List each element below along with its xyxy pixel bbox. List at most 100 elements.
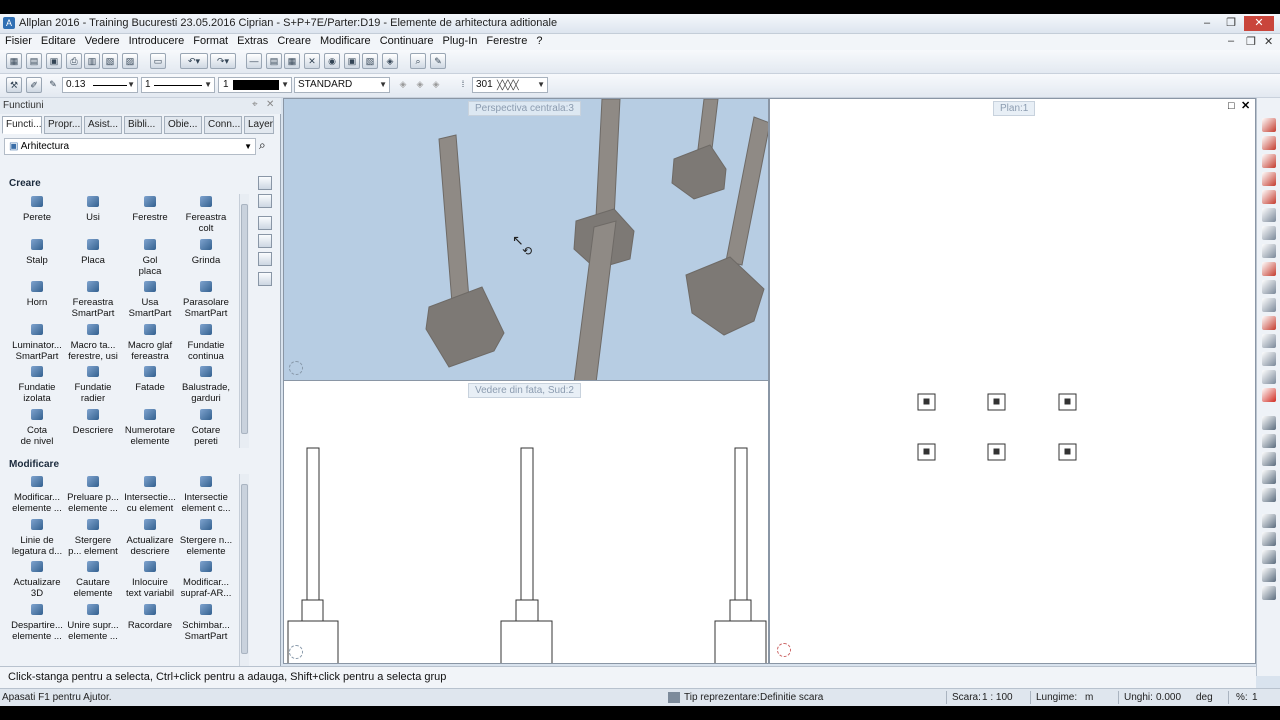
right-tool-16-icon[interactable]	[1262, 388, 1276, 402]
right-tool-4-icon[interactable]	[1262, 172, 1276, 186]
function-fereastra-colt[interactable]: Fereastra colt	[177, 196, 235, 234]
menu-fisier[interactable]: Fisier	[0, 34, 36, 47]
function-cota-de-nivel[interactable]: Cota de nivel	[8, 408, 66, 447]
pin-icon[interactable]: ⌖	[252, 99, 258, 110]
angle-value[interactable]: 0.000	[1156, 692, 1181, 703]
right-tool-17-icon[interactable]	[1262, 416, 1276, 430]
view-navigation-icon[interactable]	[777, 643, 791, 657]
edit-icon[interactable]: ✎	[430, 53, 446, 69]
close-view-icon[interactable]: ✕	[1241, 99, 1250, 112]
allplan-app-icon[interactable]: A	[3, 17, 15, 29]
angle-unit[interactable]: deg	[1196, 692, 1213, 703]
maximize-button[interactable]: ❐	[1220, 16, 1242, 31]
function-preluare-p-elemente[interactable]: Preluare p... elemente ...	[64, 476, 122, 514]
menu-modificare[interactable]: Modificare	[315, 34, 375, 47]
function-fatade[interactable]: Fatade	[121, 366, 179, 393]
right-tool-2-icon[interactable]	[1262, 136, 1276, 150]
cut-line-icon[interactable]: —	[246, 53, 262, 69]
function-usi[interactable]: Usi	[64, 196, 122, 223]
right-tool-11-icon[interactable]	[1262, 298, 1276, 312]
menu-ferestre[interactable]: Ferestre	[481, 34, 531, 47]
save-icon[interactable]: ▣	[46, 53, 62, 69]
function-balustrade-garduri[interactable]: Balustrade, garduri	[177, 366, 235, 404]
print-icon[interactable]: ⎙	[66, 53, 82, 69]
paste-icon[interactable]: ▦	[284, 53, 300, 69]
line-color-select[interactable]: 1 ▼	[218, 77, 292, 93]
zoom-icon[interactable]: ⌕	[410, 53, 426, 69]
maximize-view-icon[interactable]: □	[1228, 100, 1235, 112]
right-tool-10-icon[interactable]	[1262, 280, 1276, 294]
function-inlocuire-text-variabil[interactable]: Inlocuire text variabil	[121, 561, 179, 599]
tab-layer[interactable]: Layer	[244, 116, 274, 134]
front-viewport[interactable]: Vedere din fata, Sud:2	[283, 380, 769, 664]
right-tool-14-icon[interactable]	[1262, 352, 1276, 366]
right-tool-1-icon[interactable]	[1262, 118, 1276, 132]
right-tool-23-icon[interactable]	[1262, 532, 1276, 546]
display-icon[interactable]: ▭	[150, 53, 166, 69]
side-tool-5-icon[interactable]	[258, 252, 272, 266]
right-tool-5-icon[interactable]	[1262, 190, 1276, 204]
right-tool-8-icon[interactable]	[1262, 244, 1276, 258]
tab-biblioteca[interactable]: Bibli...	[124, 116, 162, 134]
function-schimbar-smartpart[interactable]: Schimbar... SmartPart	[177, 603, 235, 642]
function-parasolare-smartpart[interactable]: Parasolare SmartPart	[177, 281, 235, 319]
tab-asistent[interactable]: Asist...	[84, 116, 122, 134]
right-tool-15-icon[interactable]	[1262, 370, 1276, 384]
right-tool-9-icon[interactable]	[1262, 262, 1276, 276]
perspective-viewport[interactable]: ↖ ⟲ Perspectiva centrala:3	[283, 98, 769, 382]
layer-lock-icon[interactable]: ◈	[428, 77, 444, 93]
show-objects-icon[interactable]: ▧	[362, 53, 378, 69]
creare-scrollbar[interactable]	[239, 194, 249, 448]
right-tool-24-icon[interactable]	[1262, 550, 1276, 564]
right-tool-7-icon[interactable]	[1262, 226, 1276, 240]
modificare-scrollbar[interactable]	[239, 474, 249, 668]
function-intersectie-cu-element[interactable]: Intersectie... cu element	[121, 476, 179, 514]
side-tool-1-icon[interactable]	[258, 176, 272, 190]
function-perete[interactable]: Perete	[8, 196, 66, 223]
doc-minimize-button[interactable]: –	[1228, 35, 1234, 47]
side-tool-6-icon[interactable]	[258, 272, 272, 286]
right-tool-19-icon[interactable]	[1262, 452, 1276, 466]
copy-icon[interactable]: ▤	[266, 53, 282, 69]
length-value[interactable]: m	[1085, 692, 1093, 703]
menu-introducere[interactable]: Introducere	[124, 34, 189, 47]
properties-icon[interactable]: ◉	[324, 53, 340, 69]
menu-help[interactable]: ?	[531, 34, 546, 47]
function-fundatie-continua[interactable]: Fundatie continua	[177, 323, 235, 362]
function-gol-placa[interactable]: Gol placa	[121, 238, 179, 277]
function-actualizare-descriere[interactable]: Actualizare descriere	[121, 518, 179, 557]
function-unire-supr-elemente[interactable]: Unire supr... elemente ...	[64, 603, 122, 642]
layer-select[interactable]: STANDARD ▼	[294, 77, 390, 93]
right-tool-21-icon[interactable]	[1262, 488, 1276, 502]
scroll-thumb[interactable]	[241, 484, 248, 654]
side-tool-2-icon[interactable]	[258, 194, 272, 208]
front-view-label[interactable]: Vedere din fata, Sud:2	[468, 383, 581, 398]
open-icon[interactable]: ▤	[26, 53, 42, 69]
function-macro-glaf-fereastra[interactable]: Macro glaf fereastra	[121, 323, 179, 362]
undo-icon[interactable]: ↶▾	[180, 53, 208, 69]
menu-plug-in[interactable]: Plug-In	[438, 34, 482, 47]
function-stergere-n-elemente[interactable]: Stergere n... elemente	[177, 518, 235, 557]
function-descriere[interactable]: Descriere	[64, 408, 122, 436]
view-navigation-icon[interactable]	[289, 361, 303, 375]
tab-proprietati[interactable]: Propr...	[44, 116, 82, 134]
menu-vedere[interactable]: Vedere	[80, 34, 124, 47]
percent-value[interactable]: 1	[1252, 692, 1258, 703]
redo-icon[interactable]: ↷▾	[210, 53, 236, 69]
pen-thickness-select[interactable]: 0.13 ▼	[62, 77, 138, 93]
menu-creare[interactable]: Creare	[272, 34, 315, 47]
function-usa-smartpart[interactable]: Usa SmartPart	[121, 281, 179, 319]
function-cautare-elemente[interactable]: Cautare elemente	[64, 561, 122, 599]
function-luminator-smartpart[interactable]: Luminator... SmartPart	[8, 323, 66, 362]
function-grinda[interactable]: Grinda	[177, 238, 235, 266]
side-tool-3-icon[interactable]	[258, 216, 272, 230]
right-tool-6-icon[interactable]	[1262, 208, 1276, 222]
function-macro-ta-ferestre-usi[interactable]: Macro ta... ferestre, usi	[64, 323, 122, 362]
scale-value[interactable]: 1 : 100	[982, 692, 1013, 703]
tab-connect[interactable]: Conn...	[204, 116, 242, 134]
function-actualizare-3d[interactable]: Actualizare 3D	[8, 561, 66, 599]
function-stalp[interactable]: Stalp	[8, 238, 66, 266]
palette-close-icon[interactable]: ✕	[266, 99, 274, 110]
function-linie-de-legatura-d[interactable]: Linie de legatura d...	[8, 518, 66, 557]
search-icon[interactable]: ⌕	[259, 138, 266, 153]
